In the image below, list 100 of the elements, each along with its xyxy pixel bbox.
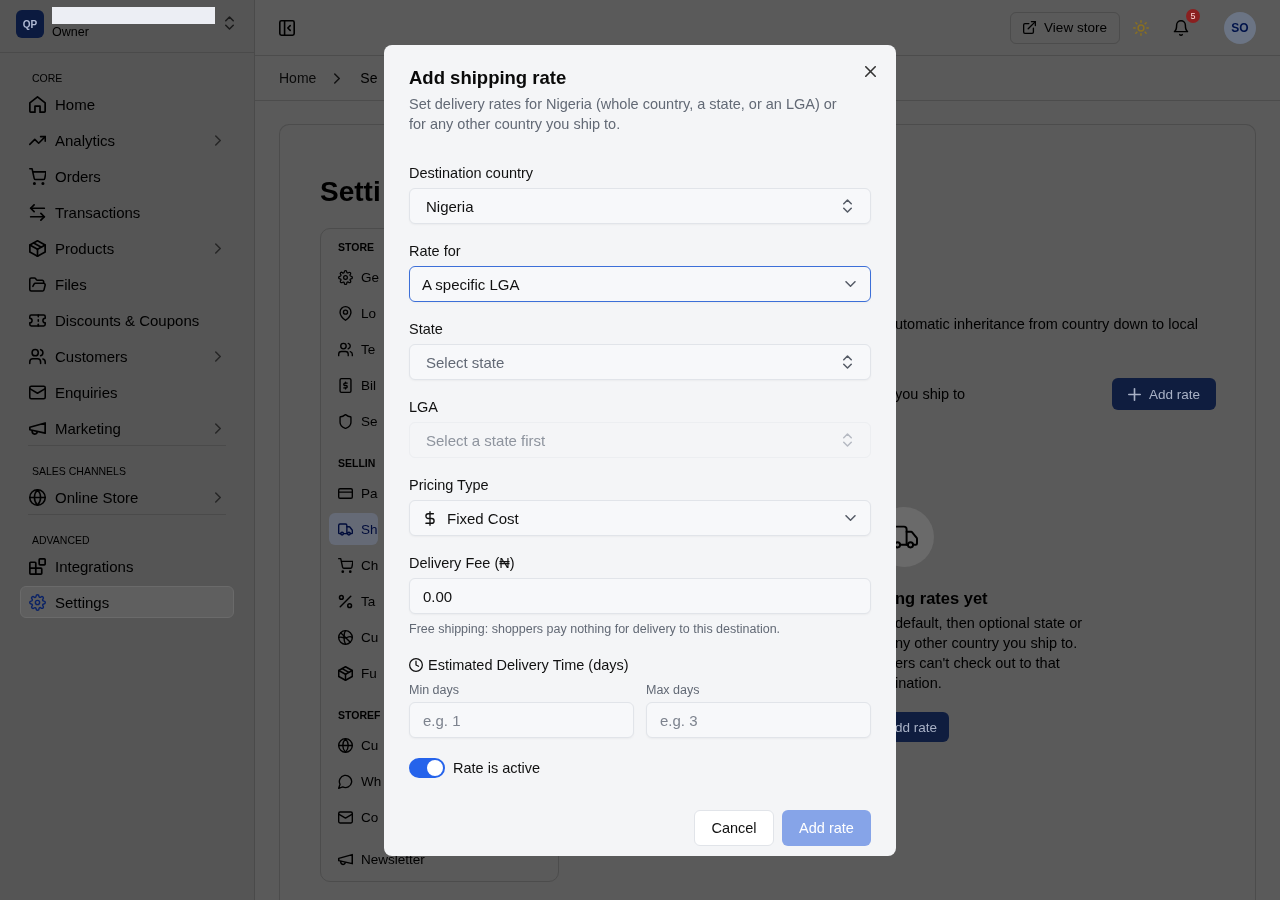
field-label: Delivery Fee (₦) [409, 554, 515, 573]
input-field[interactable]: 0.00 [409, 578, 871, 614]
field-label: Rate for [409, 242, 461, 261]
field-label: Pricing Type [409, 476, 489, 495]
add-rate-button[interactable]: dd rate [895, 712, 950, 742]
view-store-button[interactable]: View store [1010, 11, 1120, 44]
megaphone-icon [338, 851, 353, 867]
megaphone-icon [29, 419, 46, 437]
sidebar-item[interactable]: Customers [20, 340, 234, 372]
gear-icon [338, 269, 353, 285]
globe-icon [29, 488, 46, 506]
sidebar-item[interactable]: Transactions [20, 196, 234, 228]
field-label: State [409, 320, 443, 339]
section-label: ADVANCED [32, 533, 90, 547]
field-label: Max days [646, 682, 700, 698]
notification-badge: 5 [1186, 8, 1200, 23]
chevrons-up-down-icon [843, 433, 852, 447]
close-icon [864, 65, 876, 77]
sidebar-item[interactable]: Products [20, 232, 234, 264]
sidebar-item[interactable]: Integrations [20, 550, 234, 582]
map-pin-icon [338, 305, 353, 321]
sidebar-item[interactable]: Home [20, 88, 234, 120]
truck-icon [895, 507, 934, 567]
toggle-switch[interactable] [409, 758, 445, 778]
empty-state-title: ng rates yet [895, 588, 988, 608]
breadcrumb-link[interactable]: Home [279, 70, 317, 86]
user-avatar[interactable]: SO [1224, 11, 1256, 44]
sidebar-panel-icon [279, 19, 295, 36]
sidebar-item[interactable]: Settings [20, 586, 234, 618]
gear-icon [29, 593, 46, 611]
store-logo[interactable]: QP [16, 10, 44, 38]
shipping-description: utomatic inheritance from country down to local [895, 315, 1199, 333]
section-label: CORE [32, 71, 63, 85]
add-rate-button[interactable]: Add rate [1111, 378, 1216, 410]
envelope-icon [29, 383, 46, 401]
people-icon [29, 347, 46, 365]
sidebar-item[interactable]: Online Store [20, 481, 234, 513]
envelope-icon [338, 809, 353, 825]
settings-nav-item[interactable]: Pa [329, 477, 378, 509]
box-icon [338, 665, 353, 681]
field-label: LGA [409, 398, 438, 417]
input-field[interactable]: e.g. 3 [646, 702, 871, 738]
chevron-right-icon [334, 72, 341, 84]
settings-nav-item[interactable]: Sh [329, 513, 378, 545]
chevron-down-icon [845, 515, 856, 521]
settings-nav-item[interactable]: Cu [329, 729, 379, 761]
settings-nav-item[interactable]: Ta [329, 585, 376, 617]
blocks-icon [29, 557, 46, 575]
settings-nav-item[interactable]: Ch [329, 549, 379, 581]
settings-nav-item[interactable]: Newsletter [329, 843, 425, 875]
toggle-label: Rate is active [453, 759, 541, 778]
percent-icon [338, 593, 353, 609]
settings-nav-item[interactable]: Te [329, 333, 376, 365]
settings-nav-item[interactable]: Fu [329, 657, 377, 689]
settings-nav-item[interactable]: Cu [329, 621, 379, 653]
select-field[interactable]: Select state [409, 344, 871, 380]
section-label: SALES CHANNELS [32, 464, 126, 478]
settings-nav-item[interactable]: Ge [329, 261, 379, 293]
settings-nav-item[interactable]: Lo [329, 297, 377, 329]
sidebar-item[interactable]: Enquiries [20, 376, 234, 408]
people-icon [338, 341, 353, 357]
section-heading: Estimated Delivery Time (days) [428, 656, 629, 675]
notifications-button[interactable]: 5 [1165, 11, 1197, 44]
bell-icon [1173, 19, 1189, 36]
globe-icon [338, 629, 353, 645]
cart-icon [338, 557, 353, 573]
settings-nav-item[interactable]: Se [329, 405, 378, 437]
select-field[interactable]: Nigeria [409, 188, 871, 224]
dialog-title: Add shipping rate [409, 66, 567, 90]
clock-icon [409, 658, 423, 672]
dialog-description: Set delivery rates for Nigeria (whole country, a state, or an LGA) or for any other country you ship to. [409, 95, 838, 134]
section-label: SELLIN [338, 456, 376, 470]
chevrons-up-down-icon[interactable] [225, 16, 234, 30]
select-field[interactable]: Fixed Cost [409, 500, 871, 536]
select-field[interactable]: A specific LGA [409, 266, 871, 302]
shipping-subtitle: you ship to [895, 385, 966, 403]
sidebar-item[interactable]: Marketing [20, 412, 234, 444]
sidebar-item[interactable]: Orders [20, 160, 234, 192]
truck-icon [338, 521, 353, 537]
receipt-icon [338, 377, 353, 393]
page-title: Setti [320, 175, 381, 209]
sidebar-item[interactable]: Files [20, 268, 234, 300]
breadcrumb-current: Se [360, 70, 378, 86]
settings-nav-item[interactable]: Wh [329, 765, 382, 797]
credit-card-icon [338, 485, 353, 501]
sidebar-item[interactable]: Discounts & Coupons [20, 304, 234, 336]
input-field[interactable]: e.g. 1 [409, 702, 634, 738]
close-button[interactable] [863, 64, 877, 78]
box-icon [29, 239, 46, 257]
sidebar-item[interactable]: Analytics [20, 124, 234, 156]
cart-icon [29, 167, 46, 185]
cancel-button[interactable]: Cancel [694, 810, 774, 846]
chevrons-up-down-icon [843, 199, 852, 213]
house-icon [29, 95, 46, 113]
plus-icon [1127, 387, 1141, 401]
sun-icon [1133, 19, 1149, 36]
shield-icon [338, 413, 353, 429]
section-label: STOREF [338, 708, 381, 722]
settings-nav-item[interactable]: Bil [329, 369, 376, 401]
settings-nav-item[interactable]: Co [329, 801, 379, 833]
